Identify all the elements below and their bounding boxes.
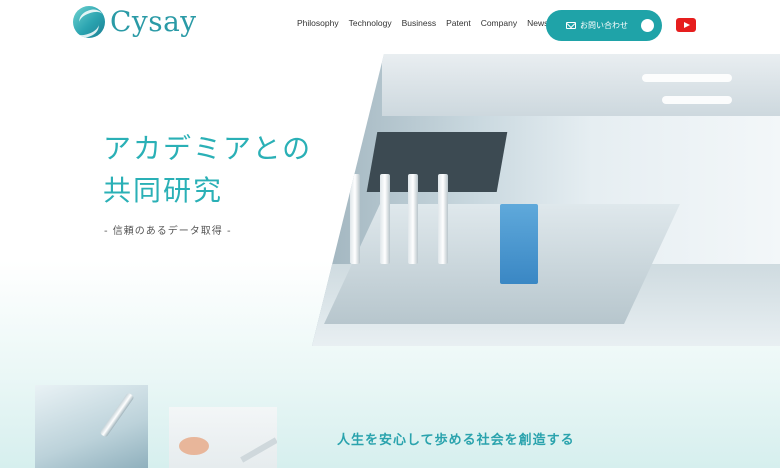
hand-shape bbox=[179, 437, 209, 455]
nav-company[interactable]: Company bbox=[481, 18, 517, 28]
nav-technology[interactable]: Technology bbox=[349, 18, 392, 28]
hero-title: アカデミアとの 共同研究 bbox=[103, 128, 312, 212]
lab-hand-thumbnail-image bbox=[169, 407, 277, 468]
logo-mark-icon bbox=[73, 5, 105, 38]
syringe-shape bbox=[350, 174, 360, 264]
nav-business[interactable]: Business bbox=[402, 18, 437, 28]
nav-philosophy[interactable]: Philosophy bbox=[297, 18, 339, 28]
syringe-shape bbox=[408, 174, 418, 264]
contact-button[interactable]: お問い合わせ bbox=[546, 10, 662, 41]
mail-icon bbox=[566, 22, 576, 29]
circle-icon bbox=[641, 19, 654, 32]
ceiling-light-shape bbox=[642, 74, 732, 82]
dropper-thumbnail-image bbox=[35, 385, 148, 468]
section-title: 人生を安心して歩める社会を創造する bbox=[337, 433, 575, 448]
hero-subtitle: - 信頼のあるデータ取得 - bbox=[104, 226, 232, 237]
blue-rack-shape bbox=[500, 204, 538, 284]
nav-patent[interactable]: Patent bbox=[446, 18, 471, 28]
tube-shape bbox=[240, 437, 277, 463]
hero-lab-image bbox=[312, 54, 780, 346]
hero-title-line2: 共同研究 bbox=[103, 174, 224, 207]
syringe-shape bbox=[380, 174, 390, 264]
youtube-icon[interactable] bbox=[676, 18, 696, 32]
main-nav: Philosophy Technology Business Patent Co… bbox=[297, 18, 548, 28]
dropper-shape bbox=[99, 392, 135, 438]
logo-text: Cysay bbox=[110, 5, 197, 38]
ceiling-light-shape bbox=[662, 96, 732, 104]
hero-title-line1: アカデミアとの bbox=[103, 132, 313, 165]
site-header: Cysay Philosophy Technology Business Pat… bbox=[0, 0, 780, 54]
logo[interactable]: Cysay bbox=[73, 5, 197, 38]
lab-shelf-shape bbox=[382, 54, 780, 116]
syringe-shape bbox=[438, 174, 448, 264]
contact-button-label: お問い合わせ bbox=[580, 21, 628, 30]
